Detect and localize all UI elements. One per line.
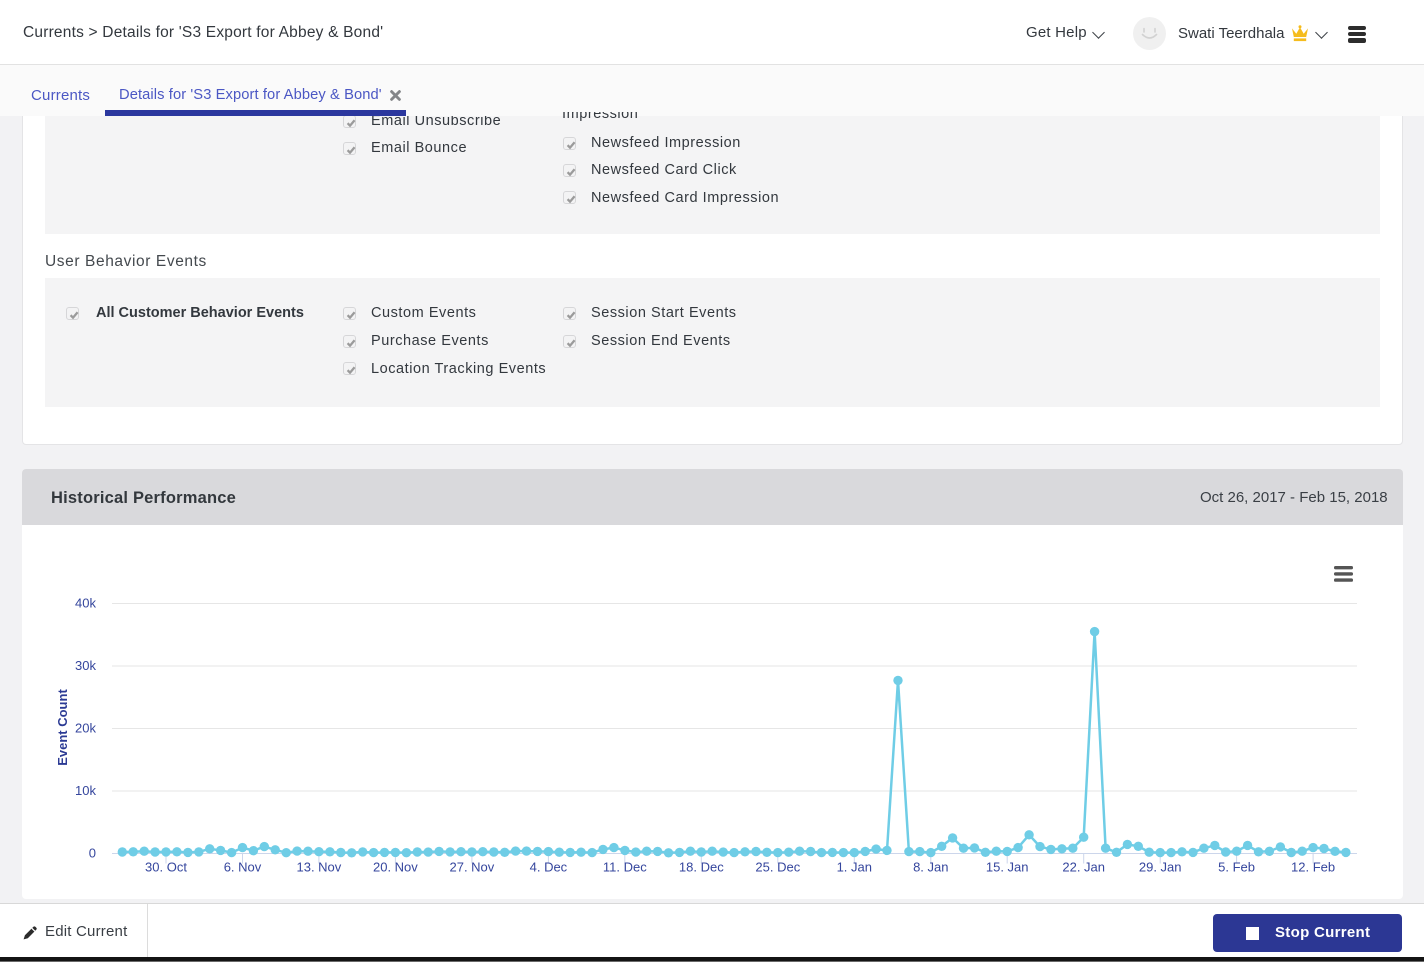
svg-text:20. Nov: 20. Nov — [373, 860, 418, 875]
svg-text:Event Count: Event Count — [55, 689, 70, 766]
svg-text:0: 0 — [89, 846, 96, 861]
svg-text:20k: 20k — [75, 721, 96, 736]
svg-text:13. Nov: 13. Nov — [296, 860, 341, 875]
svg-text:12. Feb: 12. Feb — [1291, 860, 1335, 875]
svg-text:18. Dec: 18. Dec — [679, 860, 724, 875]
svg-text:11. Dec: 11. Dec — [603, 860, 647, 875]
svg-text:30k: 30k — [75, 658, 96, 673]
svg-text:25. Dec: 25. Dec — [755, 860, 800, 875]
svg-text:29. Jan: 29. Jan — [1139, 860, 1182, 875]
svg-text:15. Jan: 15. Jan — [986, 860, 1029, 875]
svg-text:6. Nov: 6. Nov — [224, 860, 262, 875]
svg-text:22. Jan: 22. Jan — [1062, 860, 1105, 875]
svg-text:1. Jan: 1. Jan — [837, 860, 872, 875]
svg-text:30. Oct: 30. Oct — [145, 860, 187, 875]
svg-text:40k: 40k — [75, 596, 96, 611]
svg-text:10k: 10k — [75, 783, 96, 798]
svg-text:8. Jan: 8. Jan — [913, 860, 948, 875]
svg-text:5. Feb: 5. Feb — [1218, 860, 1255, 875]
svg-text:4. Dec: 4. Dec — [530, 860, 568, 875]
svg-text:27. Nov: 27. Nov — [449, 860, 494, 875]
